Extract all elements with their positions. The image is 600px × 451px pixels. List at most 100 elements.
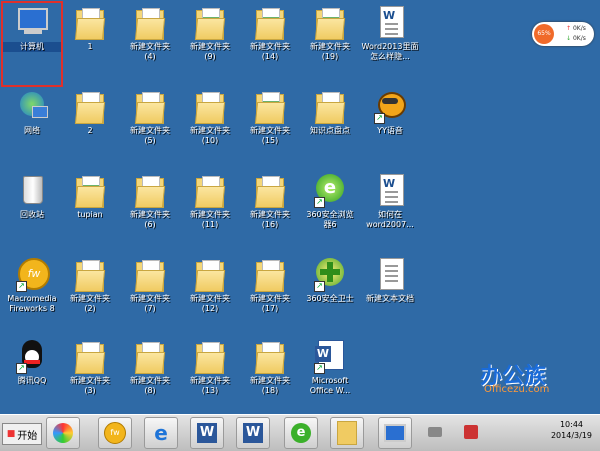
taskbar-fireworks-button[interactable]: fw xyxy=(98,417,132,449)
taskbar-flower-app-button[interactable] xyxy=(46,417,80,449)
icon-label: 新建文件夹 (2) xyxy=(70,294,110,313)
folder-new-19-icon[interactable]: 新建文件夹 (19) xyxy=(300,2,360,86)
yy-voice-desktop-icon[interactable]: ↗ YY语音 xyxy=(360,86,420,170)
icon-label: 360安全卫士 xyxy=(306,294,354,303)
start-label: 开始 xyxy=(17,430,38,442)
computer-icon xyxy=(384,424,406,442)
icon-label: 网络 xyxy=(24,126,40,135)
fireworks-desktop-icon[interactable]: fw ↗ Macromedia Fireworks 8 xyxy=(2,254,62,338)
folder-tupian-icon[interactable]: tupian xyxy=(60,170,120,254)
icon-label: 新建文件夹 (15) xyxy=(250,126,290,145)
folder-2-icon[interactable]: 2 xyxy=(60,86,120,170)
folder-new-16-icon[interactable]: 新建文件夹 (16) xyxy=(240,170,300,254)
folder-new-8-icon[interactable]: 新建文件夹 (8) xyxy=(120,336,180,420)
icon-label: YY语音 xyxy=(377,126,403,135)
taskbar-computer-button[interactable] xyxy=(378,417,412,449)
clock-date: 2014/3/19 xyxy=(550,431,592,440)
folder-new-7-icon[interactable]: 新建文件夹 (7) xyxy=(120,254,180,338)
taskbar: ■ 开始 fw e W W e 10:44 2014/3/19 xyxy=(0,414,600,451)
word2013-doc-icon[interactable]: W Word2013里面 怎么样隐... xyxy=(360,2,420,86)
icon-label: 2 xyxy=(87,126,93,135)
network-desktop-icon[interactable]: 网络 xyxy=(2,86,62,170)
folder-new-15-icon[interactable]: 新建文件夹 (15) xyxy=(240,86,300,170)
windows-logo-icon: ■ xyxy=(6,429,16,439)
text-document-icon xyxy=(372,256,408,292)
folder-1-icon[interactable]: 1 xyxy=(60,2,120,86)
taskbar-ie-button[interactable]: e xyxy=(144,417,178,449)
icon-label: 新建文件夹 (12) xyxy=(190,294,230,313)
taskbar-explorer-button[interactable] xyxy=(330,417,364,449)
folder-icon xyxy=(192,4,228,40)
network-icon xyxy=(14,88,50,124)
folder-new-11-icon[interactable]: 新建文件夹 (11) xyxy=(180,170,240,254)
keyboard-icon[interactable] xyxy=(428,427,442,437)
folder-new-14-icon[interactable]: 新建文件夹 (14) xyxy=(240,2,300,86)
folder-new-4-icon[interactable]: 新建文件夹 (4) xyxy=(120,2,180,86)
icon-label: Microsoft Office W... xyxy=(309,376,351,395)
ie-icon: e xyxy=(154,421,168,445)
folder-icon xyxy=(312,4,348,40)
folder-icon xyxy=(72,88,108,124)
folder-new-5-icon[interactable]: 新建文件夹 (5) xyxy=(120,86,180,170)
folder-icon xyxy=(252,172,288,208)
office-word-desktop-icon[interactable]: W ↗ Microsoft Office W... xyxy=(300,336,360,420)
folder-icon xyxy=(252,338,288,374)
new-text-document-icon[interactable]: 新建文本文档 xyxy=(360,254,420,338)
tray-app-icon[interactable] xyxy=(464,425,478,439)
recycle-bin-icon xyxy=(14,172,50,208)
folder-icon xyxy=(72,338,108,374)
word-document-icon: W xyxy=(372,4,408,40)
icon-label: 新建文件夹 (16) xyxy=(250,210,290,229)
folder-new-17-icon[interactable]: 新建文件夹 (17) xyxy=(240,254,300,338)
network-speed-widget[interactable]: 65% ↑ 0K/s ↓ 0K/s xyxy=(532,22,594,46)
flower-icon xyxy=(53,423,73,443)
folder-icon xyxy=(252,256,288,292)
computer-desktop-icon[interactable]: 计算机 xyxy=(1,1,63,87)
word2007-doc-icon[interactable]: W 如何在 word2007... xyxy=(360,170,420,254)
folder-icon xyxy=(72,172,108,208)
icon-label: 回收站 xyxy=(20,210,44,219)
360-browser-desktop-icon[interactable]: e ↗ 360安全浏览 器6 xyxy=(300,170,360,254)
folder-knowledge-icon[interactable]: 知识点盘点 xyxy=(300,86,360,170)
folder-icon xyxy=(312,88,348,124)
360-safe-desktop-icon[interactable]: ↗ 360安全卫士 xyxy=(300,254,360,338)
folder-icon xyxy=(337,421,357,445)
icon-label: 1 xyxy=(87,42,93,51)
icon-label: 新建文件夹 (19) xyxy=(310,42,350,61)
folder-new-12-icon[interactable]: 新建文件夹 (12) xyxy=(180,254,240,338)
tray-clock[interactable]: 10:44 2014/3/19 xyxy=(551,419,592,441)
icon-label: 360安全浏览 器6 xyxy=(306,210,354,229)
icon-label: 新建文件夹 (18) xyxy=(250,376,290,395)
word-document-icon: W xyxy=(372,172,408,208)
folder-icon xyxy=(132,4,168,40)
taskbar-360-browser-button[interactable]: e xyxy=(284,417,318,449)
start-button[interactable]: ■ 开始 xyxy=(2,423,42,445)
folder-new-18-icon[interactable]: 新建文件夹 (18) xyxy=(240,336,300,420)
folder-icon xyxy=(192,338,228,374)
folder-new-6-icon[interactable]: 新建文件夹 (6) xyxy=(120,170,180,254)
folder-new-13-icon[interactable]: 新建文件夹 (13) xyxy=(180,336,240,420)
folder-icon xyxy=(132,88,168,124)
folder-new-2-icon[interactable]: 新建文件夹 (2) xyxy=(60,254,120,338)
taskbar-word-button-2[interactable]: W xyxy=(236,417,270,449)
yy-raccoon-icon: ↗ xyxy=(372,88,408,124)
icon-label: 新建文件夹 (14) xyxy=(250,42,290,61)
icon-label: 新建文件夹 (6) xyxy=(130,210,170,229)
folder-icon xyxy=(72,4,108,40)
icon-label: 新建文件夹 (13) xyxy=(190,376,230,395)
folder-new-9-icon[interactable]: 新建文件夹 (9) xyxy=(180,2,240,86)
upload-rate: ↑ 0K/s xyxy=(566,25,586,32)
folder-icon xyxy=(252,4,288,40)
taskbar-word-button-1[interactable]: W xyxy=(190,417,224,449)
icon-label: Macromedia Fireworks 8 xyxy=(7,294,57,313)
recycle-bin-desktop-icon[interactable]: 回收站 xyxy=(2,170,62,254)
qq-desktop-icon[interactable]: ↗ 腾讯QQ xyxy=(2,336,62,420)
folder-new-3-icon[interactable]: 新建文件夹 (3) xyxy=(60,336,120,420)
icon-label: 计算机 xyxy=(3,42,61,52)
icon-label: 新建文件夹 (8) xyxy=(130,376,170,395)
icon-label: 新建文件夹 (9) xyxy=(190,42,230,61)
qq-penguin-icon: ↗ xyxy=(14,338,50,374)
icon-label: Word2013里面 怎么样隐... xyxy=(361,42,419,61)
icon-label: 新建文件夹 (4) xyxy=(130,42,170,61)
folder-new-10-icon[interactable]: 新建文件夹 (10) xyxy=(180,86,240,170)
